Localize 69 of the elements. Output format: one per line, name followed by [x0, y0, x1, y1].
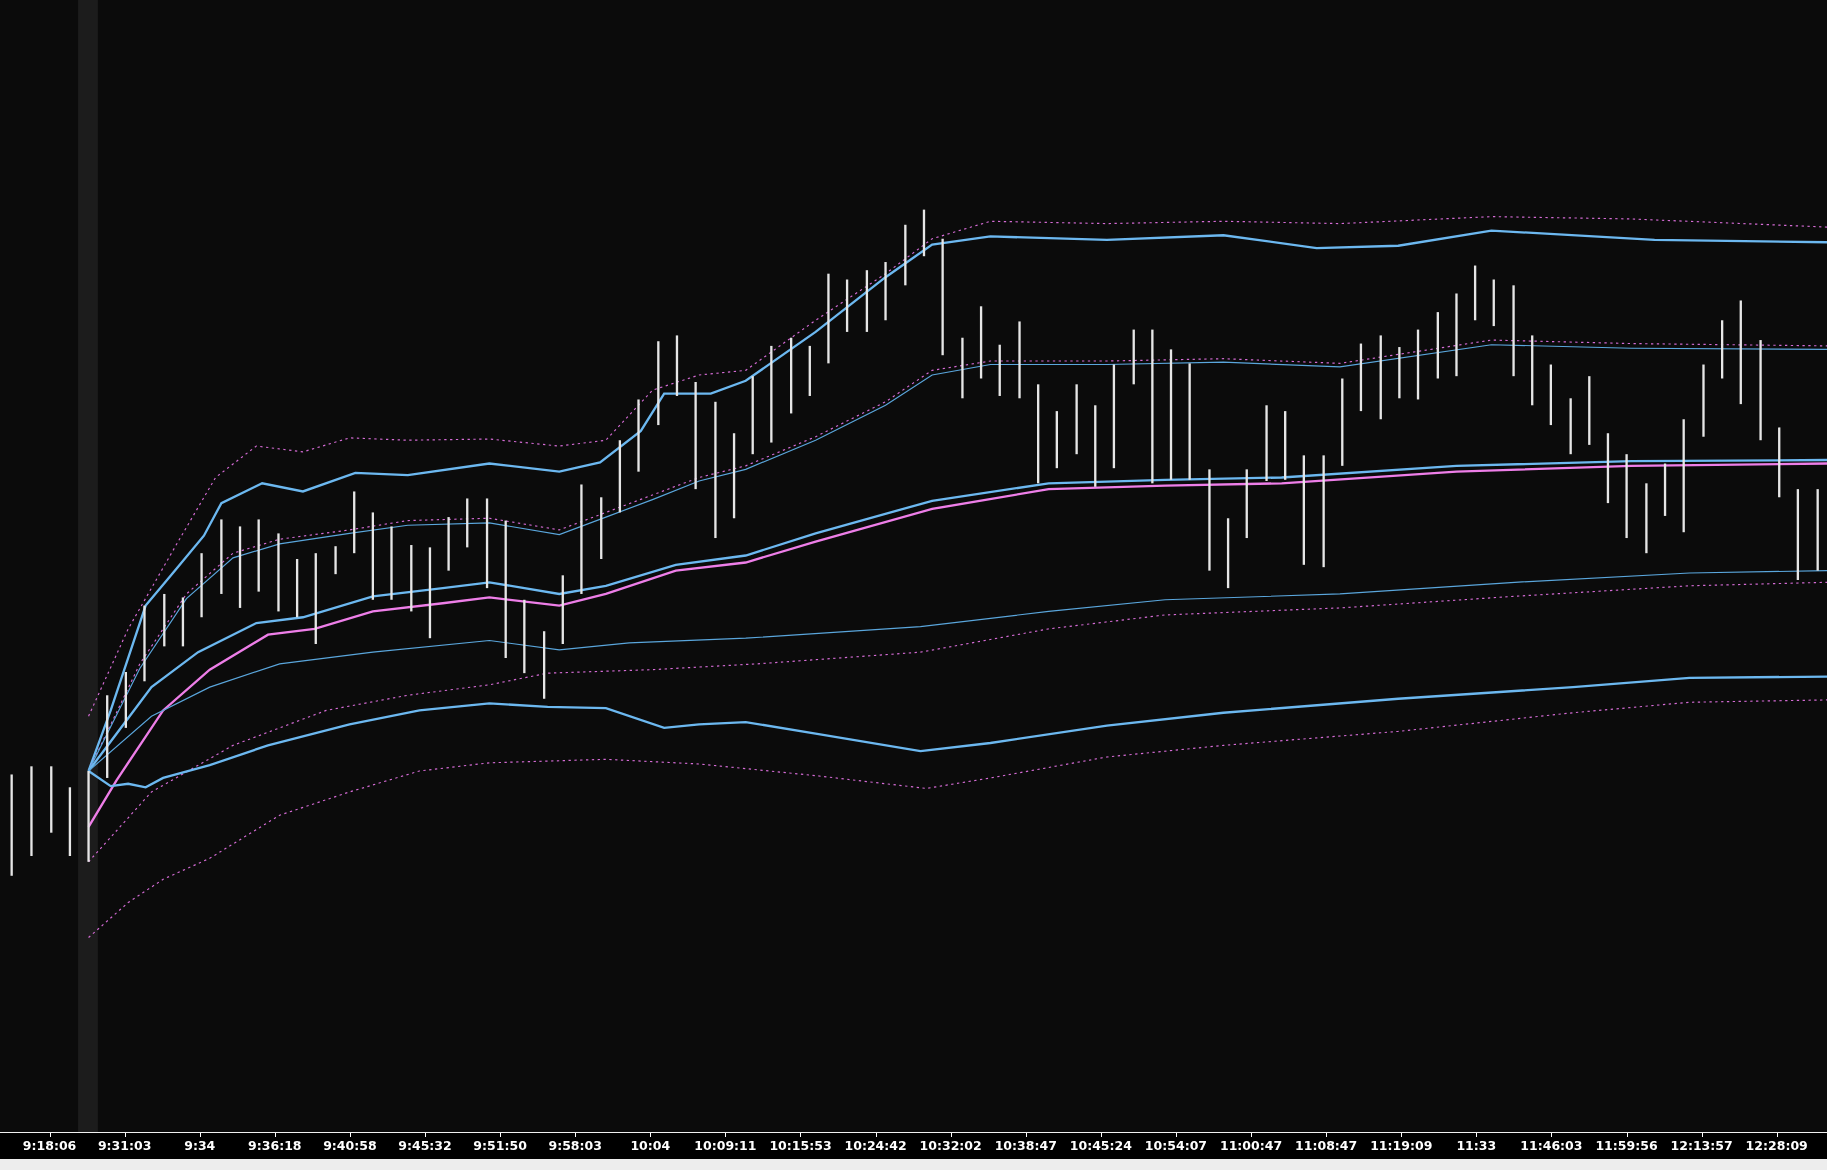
price-bar	[561, 575, 564, 645]
price-bar	[68, 787, 72, 856]
price-bar	[904, 224, 907, 286]
time-axis-label: 10:45:24	[1063, 1133, 1139, 1159]
time-axis-label: 9:45:32	[387, 1133, 463, 1159]
price-bar	[50, 766, 53, 833]
price-bar	[808, 345, 811, 396]
price-bar	[295, 559, 299, 618]
time-axis-label: 12:28:09	[1739, 1133, 1815, 1159]
price-bar	[1398, 347, 1401, 399]
price-bar	[1663, 463, 1667, 516]
time-axis-label: 9:51:50	[462, 1133, 538, 1159]
price-bar	[1531, 335, 1534, 406]
price-bar	[1606, 433, 1610, 504]
time-axis-label: 10:38:47	[988, 1133, 1064, 1159]
time-axis-label: 12:13:57	[1664, 1133, 1740, 1159]
price-bar	[998, 344, 1001, 396]
time-axis-label: 9:36:18	[237, 1133, 313, 1159]
time-axis-label: 9:34	[162, 1133, 238, 1159]
price-bar	[1436, 312, 1439, 379]
price-bar	[1226, 518, 1230, 589]
price-bar	[1492, 279, 1495, 327]
price-bar	[1569, 398, 1572, 455]
time-axis-label: 10:15:53	[762, 1133, 839, 1159]
time-axis-label: 10:09:11	[687, 1133, 763, 1159]
price-bar	[1645, 483, 1648, 554]
price-bar	[181, 597, 185, 647]
time-axis-label: 11:00:47	[1213, 1133, 1289, 1159]
price-bar	[124, 672, 127, 728]
time-axis-label: 9:18:06	[12, 1133, 88, 1159]
time-axis-label: 9:40:58	[312, 1133, 388, 1159]
time-axis-label: 10:54:07	[1138, 1133, 1214, 1159]
time-axis-label: 11:08:47	[1288, 1133, 1364, 1159]
price-bar	[1075, 384, 1078, 455]
price-bar	[163, 593, 166, 647]
time-axis-label: 9:31:03	[87, 1133, 163, 1159]
time-axis-label: 11:19:09	[1363, 1133, 1439, 1159]
price-bar	[884, 262, 887, 321]
time-axis-label: 10:32:02	[913, 1133, 989, 1159]
time-axis-label: 10:04	[612, 1133, 688, 1159]
price-bar	[1245, 469, 1248, 539]
time-axis-label: 11:33	[1438, 1133, 1514, 1159]
price-bar	[1778, 427, 1781, 498]
price-bar	[353, 491, 356, 554]
price-bar	[1132, 329, 1135, 385]
price-bar	[1720, 320, 1724, 379]
price-bar	[865, 270, 869, 332]
price-bar	[334, 546, 337, 575]
price-bar	[845, 279, 849, 332]
price-bar	[961, 337, 964, 399]
price-bar	[675, 335, 679, 396]
price-bar	[1549, 364, 1552, 426]
price-bar	[200, 553, 203, 618]
price-bar	[1055, 411, 1058, 469]
price-bar	[1588, 376, 1591, 445]
price-bar	[600, 497, 603, 559]
time-axis-label: 11:59:56	[1588, 1133, 1665, 1159]
price-bar	[542, 631, 546, 699]
price-bar	[1473, 265, 1477, 321]
price-bar	[1416, 329, 1420, 400]
price-bar	[1359, 343, 1363, 412]
price-bar	[410, 545, 413, 612]
time-axis-label: 11:46:03	[1513, 1133, 1589, 1159]
price-bar	[1284, 411, 1287, 480]
price-bar	[447, 517, 450, 571]
time-axis-label: 9:58:03	[537, 1133, 613, 1159]
time-axis-label: 10:24:42	[838, 1133, 914, 1159]
price-bar	[922, 209, 926, 257]
price-bar	[466, 498, 469, 548]
